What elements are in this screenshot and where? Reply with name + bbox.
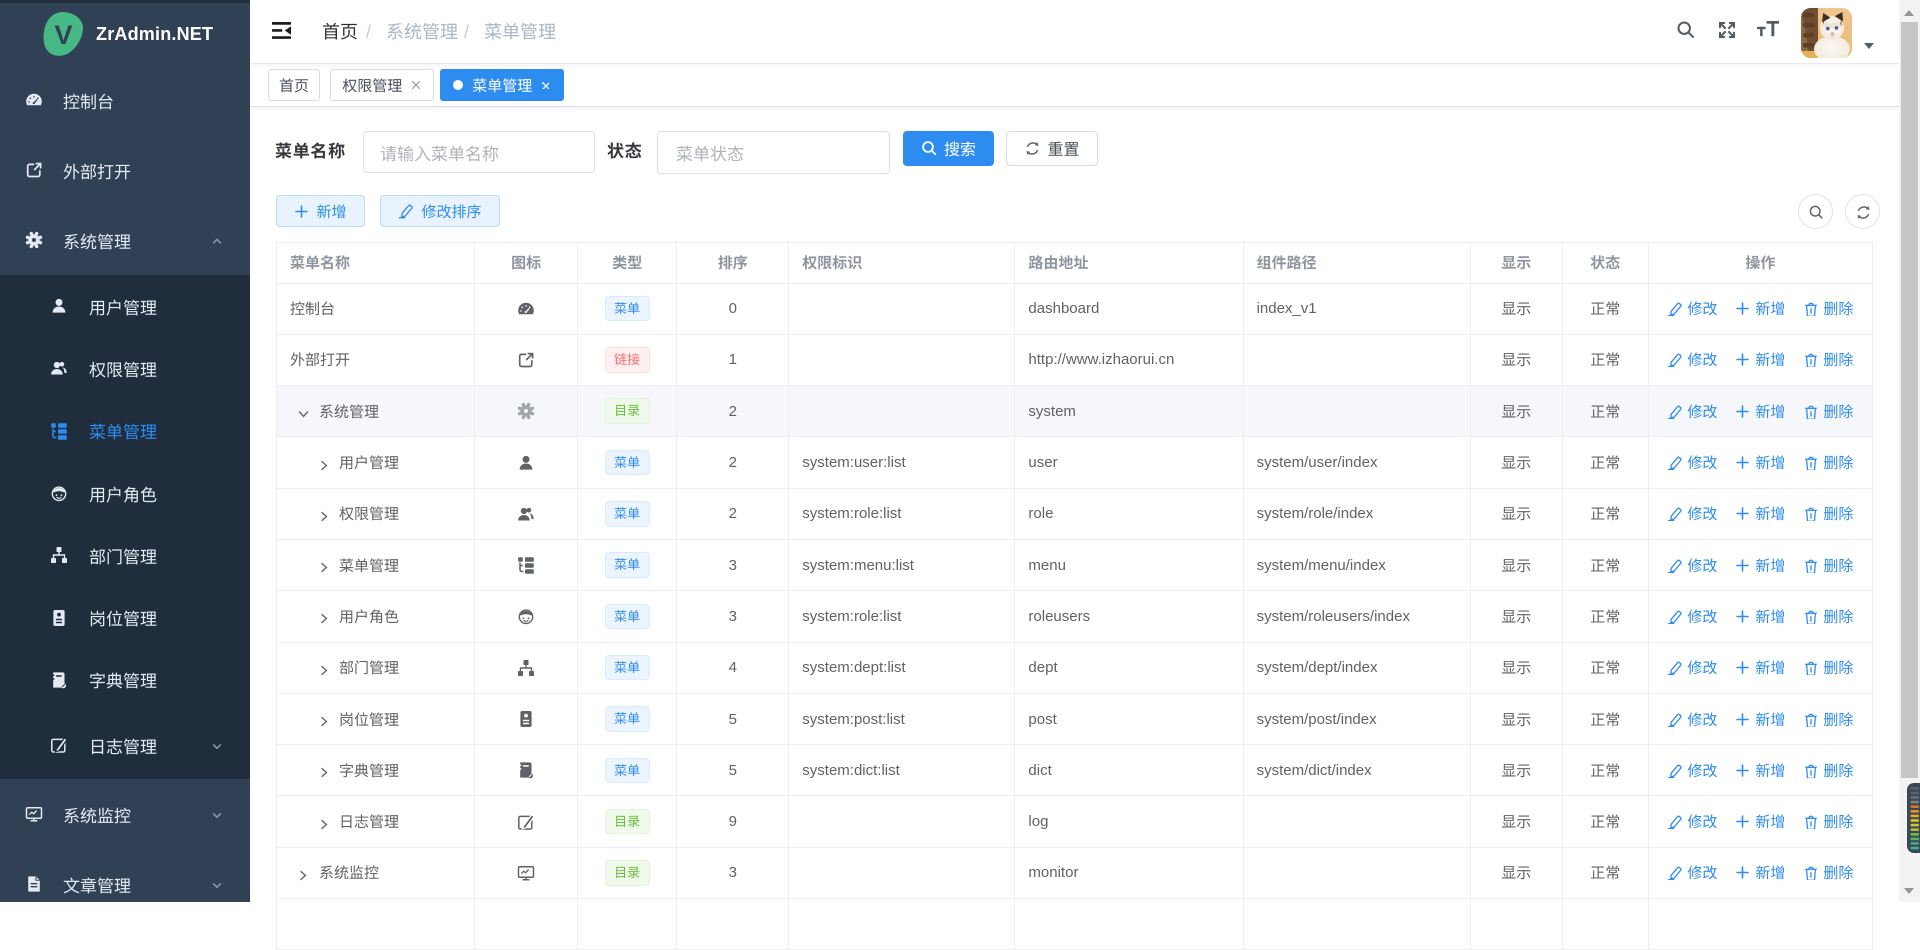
svg-text:V: V <box>54 20 72 50</box>
